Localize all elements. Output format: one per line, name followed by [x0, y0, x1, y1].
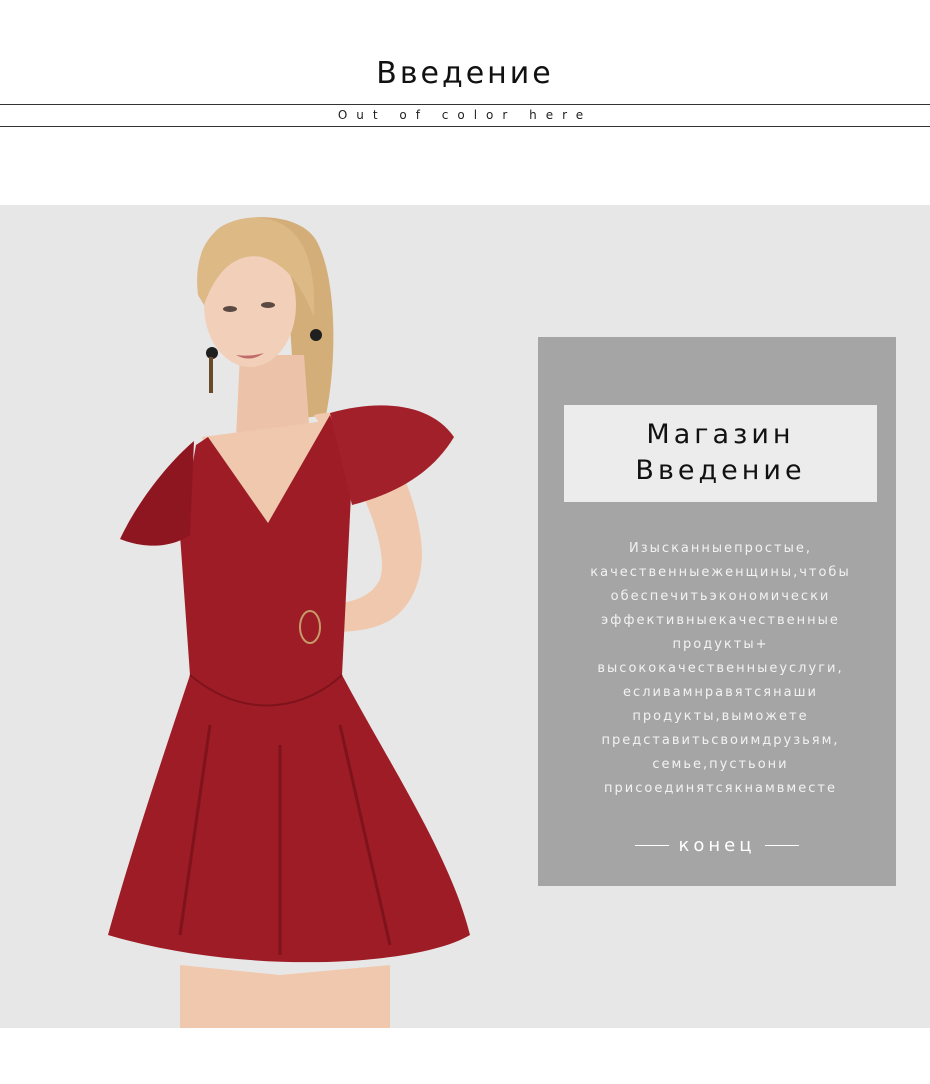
description-line: качественныеженщины,чтобы: [590, 565, 851, 580]
panel-title-line-2: Введение: [635, 455, 806, 486]
description-line: продукты+: [672, 637, 769, 652]
header-divider-top: [0, 104, 930, 105]
store-intro-panel: Магазин Введение Изысканныепростые, каче…: [538, 337, 896, 886]
model-in-red-dress-image: [108, 217, 470, 1028]
end-divider-left: [635, 845, 670, 846]
description-line: продукты,выможете: [632, 709, 809, 724]
panel-description: Изысканныепростые, качественныеженщины,ч…: [564, 537, 877, 801]
panel-title-box: Магазин Введение: [564, 405, 877, 502]
model-earring-left-drop: [209, 357, 213, 393]
description-line: есливамнравятсянаши: [623, 685, 818, 700]
model-legs: [180, 965, 390, 1028]
product-photo-area: Магазин Введение Изысканныепростые, каче…: [0, 205, 930, 1028]
header-section: Введение Out of color here: [0, 0, 930, 205]
model-earring-right: [310, 329, 322, 341]
description-line: представитьсвоимдрузьям,: [601, 733, 840, 748]
description-line: обеспечитьэкономически: [610, 589, 831, 604]
description-line: присоединятсякнамвместе: [604, 781, 837, 796]
page-title: Введение: [376, 56, 554, 91]
end-divider-right: [764, 845, 799, 846]
model-eye-right: [261, 302, 275, 308]
description-line: семье,пустьони: [652, 757, 789, 772]
description-line: Изысканныепростые,: [629, 541, 812, 556]
page-subtitle: Out of color here: [337, 108, 593, 122]
header-divider-bottom: [0, 126, 930, 127]
model-eye-left: [223, 306, 237, 312]
panel-end-marker: конец: [538, 835, 896, 856]
description-line: высококачественныеуслуги,: [597, 661, 844, 676]
end-label: конец: [678, 835, 756, 856]
panel-title-line-1: Магазин: [646, 419, 795, 450]
description-line: эффективныекачественные: [601, 613, 840, 628]
model-dress-sleeve-right: [330, 405, 454, 505]
footer-blank: [0, 1028, 930, 1084]
model-dress-sleeve-left: [120, 441, 194, 546]
